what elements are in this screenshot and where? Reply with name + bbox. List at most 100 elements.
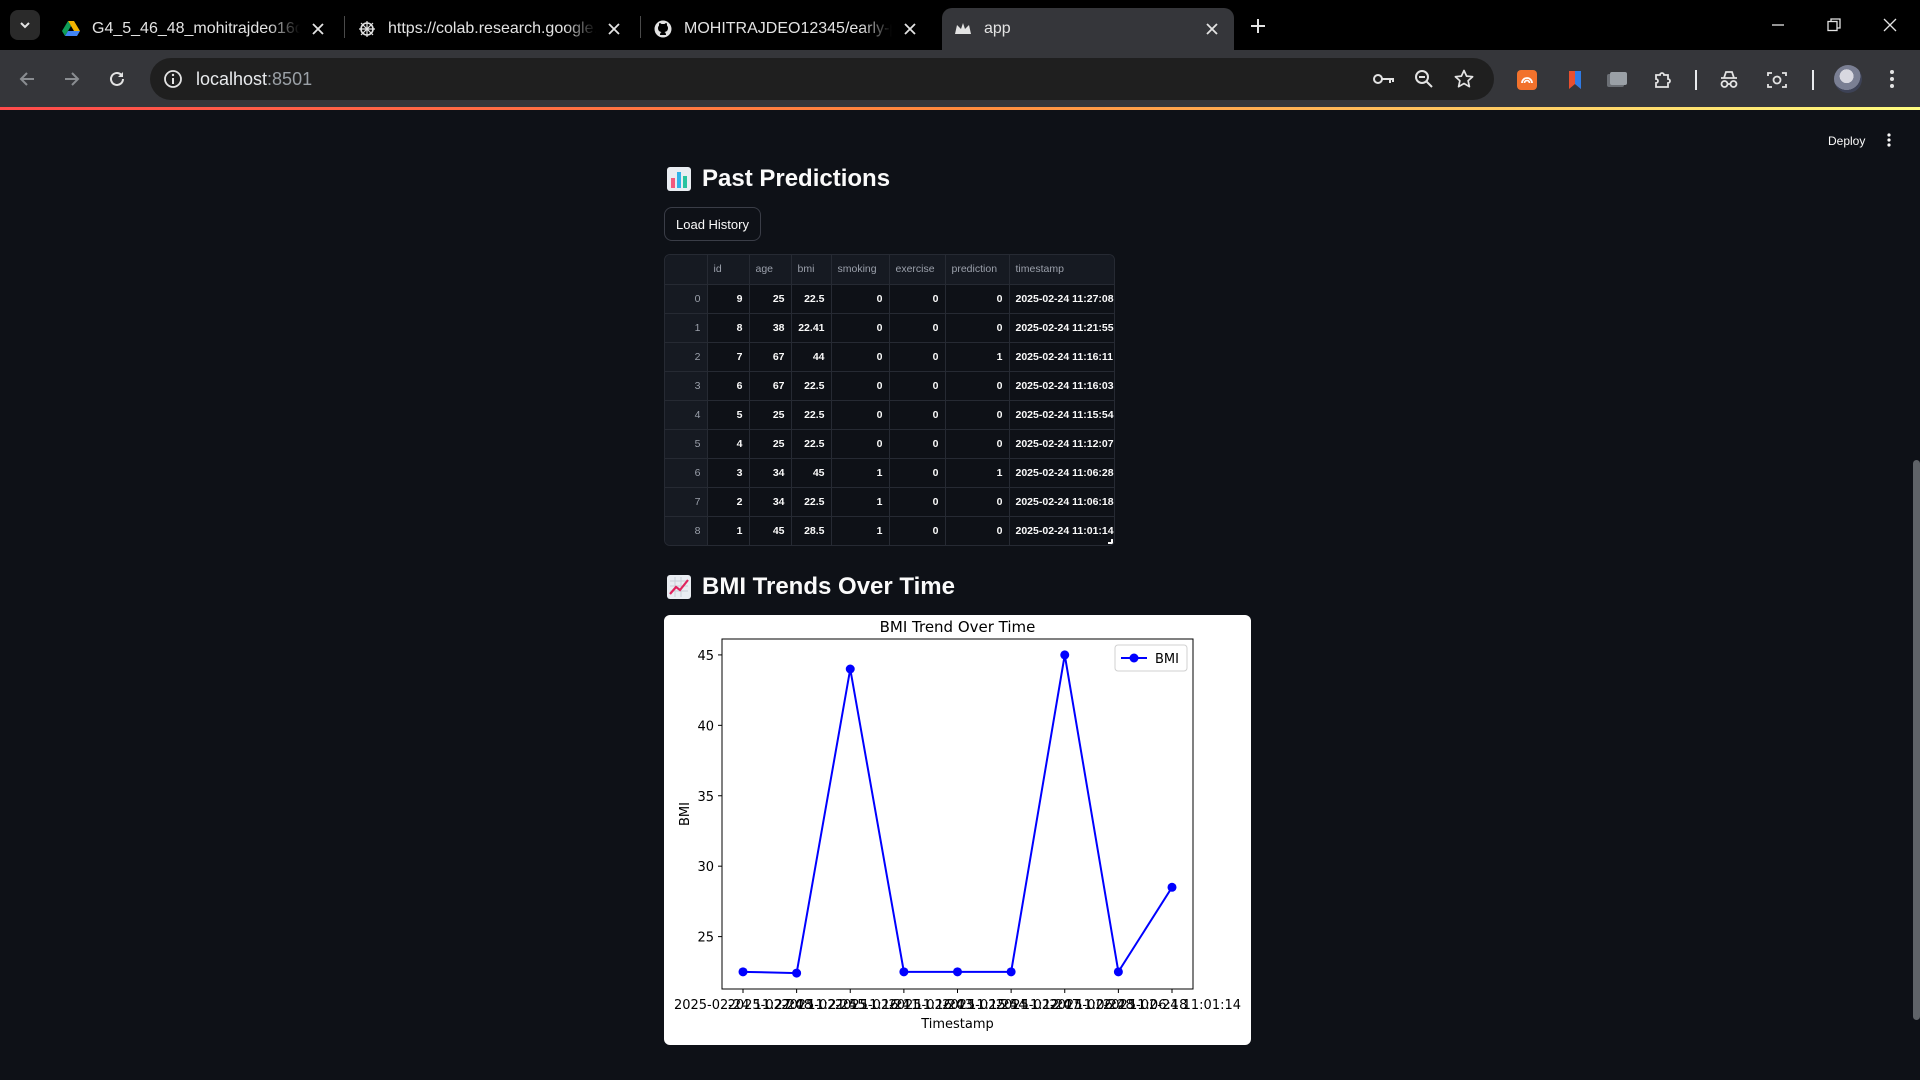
table-cell[interactable]: 1 bbox=[831, 487, 890, 517]
browser-menu-button[interactable] bbox=[1880, 67, 1904, 91]
tab-google-drive[interactable]: G4_5_46_48_mohitrajdeo16deo bbox=[50, 8, 340, 50]
table-cell[interactable]: 0 bbox=[889, 400, 946, 430]
column-header[interactable]: exercise bbox=[889, 255, 946, 285]
row-index-cell[interactable]: 4 bbox=[665, 400, 708, 430]
table-cell[interactable]: 38 bbox=[749, 313, 792, 343]
table-cell[interactable]: 44 bbox=[791, 342, 832, 372]
zoom-icon[interactable] bbox=[1412, 67, 1436, 91]
table-cell[interactable]: 22.5 bbox=[791, 371, 832, 401]
table-cell[interactable]: 9 bbox=[707, 284, 750, 314]
table-cell[interactable]: 0 bbox=[945, 313, 1010, 343]
table-cell[interactable]: 0 bbox=[831, 429, 890, 459]
new-tab-button[interactable] bbox=[1244, 12, 1272, 40]
table-cell[interactable]: 4 bbox=[707, 429, 750, 459]
address-bar[interactable]: localhost:8501 bbox=[150, 58, 1494, 100]
url-text[interactable]: localhost:8501 bbox=[196, 69, 312, 90]
table-cell[interactable]: 1 bbox=[831, 458, 890, 488]
table-cell[interactable]: 25 bbox=[749, 284, 792, 314]
close-icon[interactable] bbox=[308, 19, 328, 39]
close-icon[interactable] bbox=[1202, 19, 1222, 39]
table-cell[interactable]: 7 bbox=[707, 342, 750, 372]
load-history-button[interactable]: Load History bbox=[664, 207, 761, 241]
extensions-puzzle-icon[interactable] bbox=[1650, 67, 1676, 93]
table-row[interactable]: 0 9 25 22.5 0 0 0 2025-02-24 11:27:08 bbox=[665, 284, 1114, 314]
table-cell[interactable]: 0 bbox=[831, 342, 890, 372]
table-cell[interactable]: 2025-02-24 11:06:28 bbox=[1009, 458, 1114, 488]
table-cell[interactable]: 45 bbox=[749, 516, 792, 545]
table-cell[interactable]: 2025-02-24 11:06:18 bbox=[1009, 487, 1114, 517]
table-row[interactable]: 4 5 25 22.5 0 0 0 2025-02-24 11:15:54 bbox=[665, 400, 1114, 430]
table-cell[interactable]: 0 bbox=[889, 284, 946, 314]
column-header[interactable] bbox=[665, 255, 708, 285]
table-cell[interactable]: 34 bbox=[749, 487, 792, 517]
table-cell[interactable]: 22.5 bbox=[791, 429, 832, 459]
column-header[interactable]: timestamp bbox=[1009, 255, 1114, 285]
table-cell[interactable]: 25 bbox=[749, 429, 792, 459]
window-close-button[interactable] bbox=[1862, 0, 1918, 50]
table-cell[interactable]: 2025-02-24 11:16:03 bbox=[1009, 371, 1114, 401]
row-index-cell[interactable]: 6 bbox=[665, 458, 708, 488]
column-header[interactable]: id bbox=[707, 255, 750, 285]
table-cell[interactable]: 67 bbox=[749, 342, 792, 372]
table-cell[interactable]: 3 bbox=[707, 458, 750, 488]
table-cell[interactable]: 0 bbox=[889, 342, 946, 372]
table-cell[interactable]: 1 bbox=[945, 342, 1010, 372]
table-cell[interactable]: 0 bbox=[889, 458, 946, 488]
profile-avatar[interactable] bbox=[1834, 65, 1862, 93]
table-cell[interactable]: 0 bbox=[945, 516, 1010, 545]
row-index-cell[interactable]: 2 bbox=[665, 342, 708, 372]
resize-handle[interactable] bbox=[1108, 539, 1113, 544]
row-index-cell[interactable]: 1 bbox=[665, 313, 708, 343]
history-dataframe[interactable]: id age bmi smoking exercise prediction timesta… bbox=[664, 254, 1115, 546]
column-header[interactable]: age bbox=[749, 255, 792, 285]
deploy-button[interactable]: Deploy bbox=[1822, 130, 1871, 152]
table-cell[interactable]: 2025-02-24 11:15:54 bbox=[1009, 400, 1114, 430]
table-cell[interactable]: 8 bbox=[707, 313, 750, 343]
table-row[interactable]: 6 3 34 45 1 0 1 2025-02-24 11:06:28 bbox=[665, 458, 1114, 488]
table-row[interactable]: 1 8 38 22.41 0 0 0 2025-02-24 11:21:55 bbox=[665, 313, 1114, 343]
table-cell[interactable]: 6 bbox=[707, 371, 750, 401]
table-cell[interactable]: 34 bbox=[749, 458, 792, 488]
table-cell[interactable]: 2 bbox=[707, 487, 750, 517]
tab-colab[interactable]: https://colab.research.google.co bbox=[346, 8, 636, 50]
close-icon[interactable] bbox=[900, 19, 920, 39]
table-cell[interactable]: 22.5 bbox=[791, 400, 832, 430]
page-scrollbar[interactable] bbox=[1913, 460, 1920, 1020]
column-header[interactable]: bmi bbox=[791, 255, 832, 285]
table-row[interactable]: 3 6 67 22.5 0 0 0 2025-02-24 11:16:03 bbox=[665, 371, 1114, 401]
table-cell[interactable]: 45 bbox=[791, 458, 832, 488]
table-cell[interactable]: 0 bbox=[945, 284, 1010, 314]
table-cell[interactable]: 0 bbox=[889, 313, 946, 343]
table-cell[interactable]: 0 bbox=[945, 371, 1010, 401]
table-row[interactable]: 2 7 67 44 0 0 1 2025-02-24 11:16:11 bbox=[665, 342, 1114, 372]
table-cell[interactable]: 1 bbox=[707, 516, 750, 545]
table-row[interactable]: 5 4 25 22.5 0 0 0 2025-02-24 11:12:07 bbox=[665, 429, 1114, 459]
table-cell[interactable]: 22.41 bbox=[791, 313, 832, 343]
table-cell[interactable]: 1 bbox=[945, 458, 1010, 488]
tab-search-button[interactable] bbox=[10, 10, 40, 40]
screenshot-icon[interactable] bbox=[1764, 67, 1790, 93]
table-cell[interactable]: 25 bbox=[749, 400, 792, 430]
bookmark-star-icon[interactable] bbox=[1452, 67, 1476, 91]
table-cell[interactable]: 5 bbox=[707, 400, 750, 430]
tab-app[interactable]: app bbox=[942, 8, 1234, 50]
minimize-button[interactable] bbox=[1750, 0, 1806, 50]
close-icon[interactable] bbox=[604, 19, 624, 39]
extension-cards-icon[interactable] bbox=[1604, 67, 1630, 93]
table-row[interactable]: 7 2 34 22.5 1 0 0 2025-02-24 11:06:18 bbox=[665, 487, 1114, 517]
row-index-cell[interactable]: 5 bbox=[665, 429, 708, 459]
table-cell[interactable]: 1 bbox=[831, 516, 890, 545]
table-cell[interactable]: 0 bbox=[889, 487, 946, 517]
table-cell[interactable]: 0 bbox=[945, 429, 1010, 459]
table-cell[interactable]: 28.5 bbox=[791, 516, 832, 545]
site-info-icon[interactable] bbox=[162, 68, 184, 90]
table-cell[interactable]: 0 bbox=[831, 400, 890, 430]
app-menu-button[interactable] bbox=[1880, 130, 1898, 150]
table-cell[interactable]: 2025-02-24 11:27:08 bbox=[1009, 284, 1114, 314]
column-header[interactable]: prediction bbox=[945, 255, 1010, 285]
table-cell[interactable]: 0 bbox=[831, 284, 890, 314]
column-header[interactable]: smoking bbox=[831, 255, 890, 285]
table-cell[interactable]: 22.5 bbox=[791, 284, 832, 314]
table-cell[interactable]: 0 bbox=[831, 371, 890, 401]
table-cell[interactable]: 0 bbox=[945, 400, 1010, 430]
